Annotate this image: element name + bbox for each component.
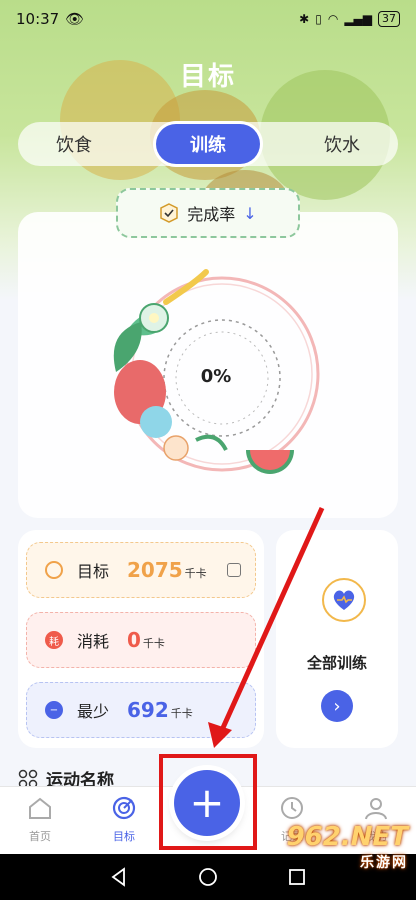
nav-goal-label: 目标 bbox=[113, 830, 135, 843]
watermark-line1: 962.NET bbox=[286, 822, 408, 852]
watermark-logo: 962.NET 乐游网 bbox=[278, 822, 408, 894]
clock-icon bbox=[281, 797, 303, 819]
home-circle-icon[interactable] bbox=[197, 866, 219, 888]
nav-home-label: 首页 bbox=[29, 830, 51, 843]
watermark-line2: 乐游网 bbox=[360, 855, 408, 871]
nav-goal[interactable]: 目标 bbox=[94, 795, 154, 844]
plus-icon: + bbox=[189, 778, 225, 827]
home-icon bbox=[29, 797, 51, 819]
target-icon bbox=[112, 796, 136, 820]
user-icon bbox=[365, 798, 387, 820]
annotation-arrow bbox=[208, 506, 325, 748]
add-button[interactable]: + bbox=[174, 770, 240, 836]
back-icon[interactable] bbox=[108, 866, 130, 888]
nav-home[interactable]: 首页 bbox=[10, 795, 70, 844]
